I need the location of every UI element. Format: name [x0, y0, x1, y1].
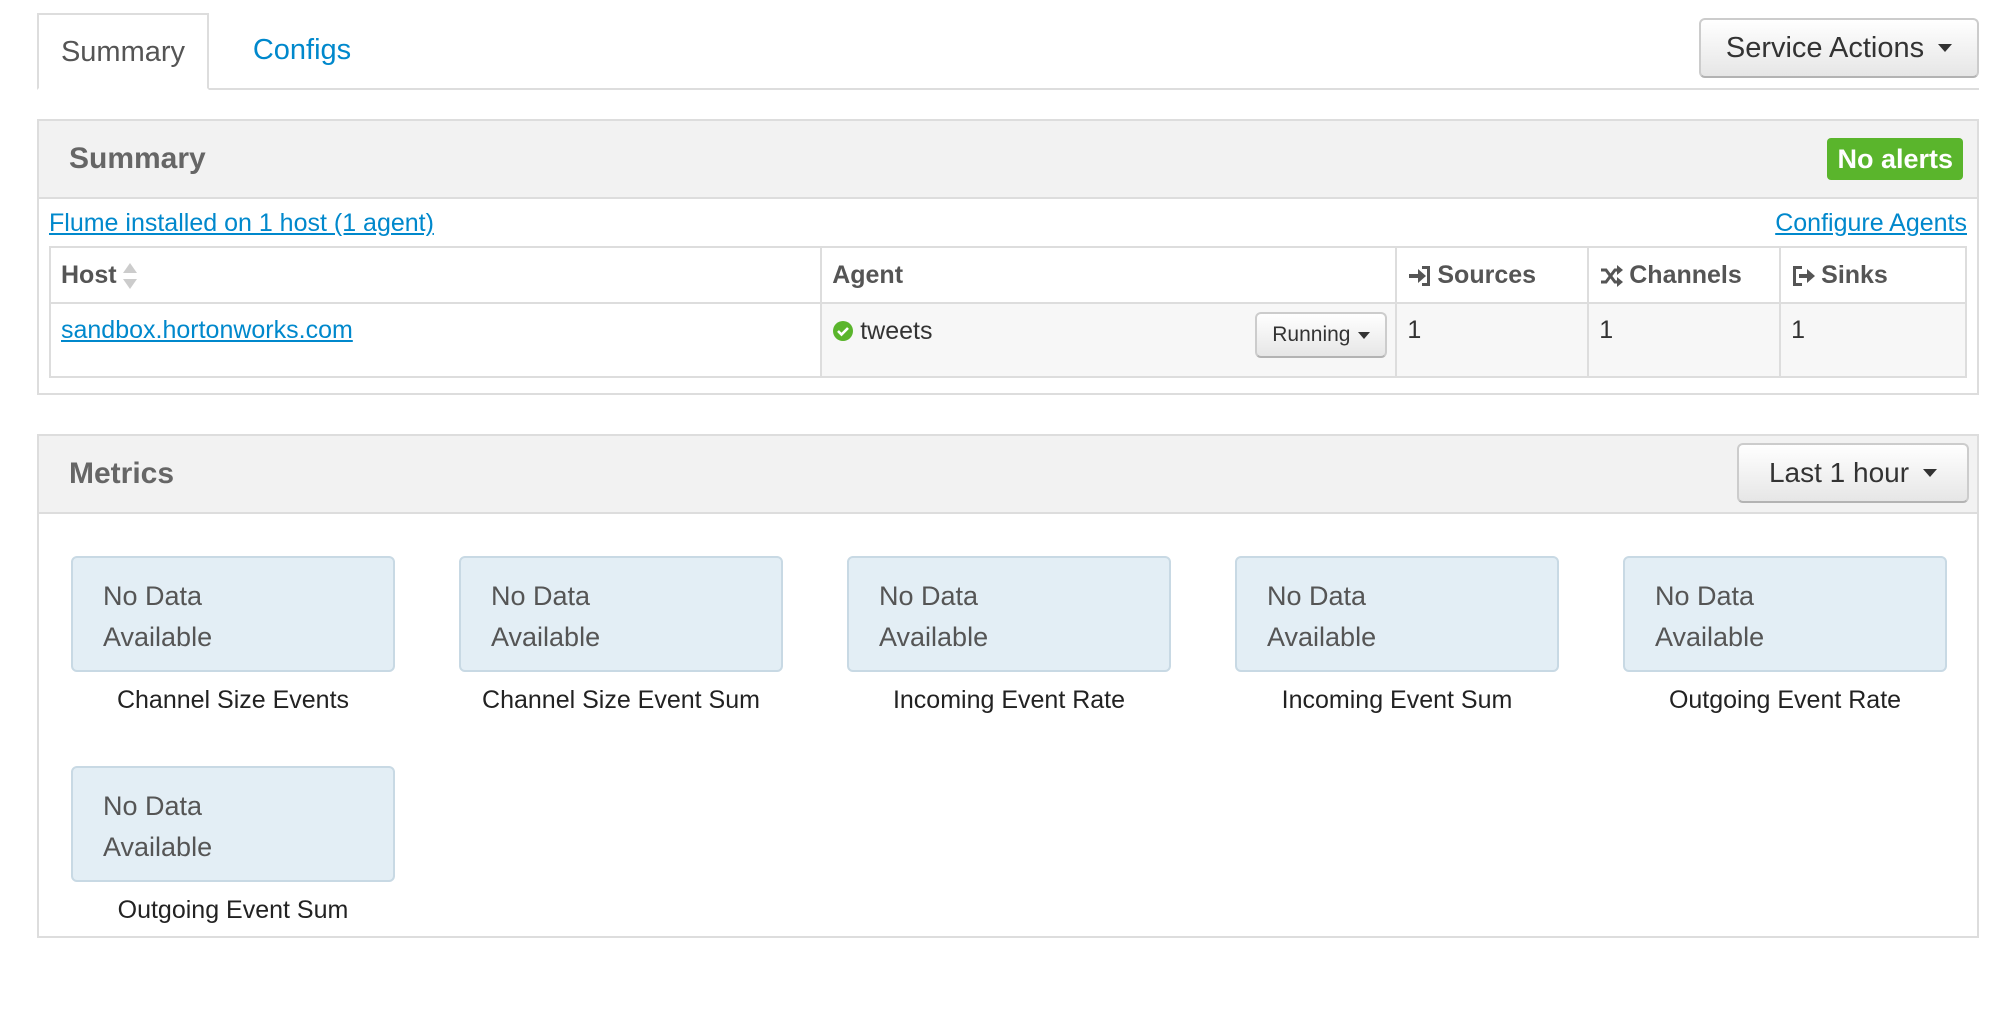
- metric-label: Incoming Event Rate: [892, 686, 1126, 714]
- summary-links: Flume installed on 1 host (1 agent) Conf…: [39, 199, 1977, 247]
- agent-status-label: Running: [1272, 323, 1351, 346]
- metric-label: Outgoing Event Rate: [1668, 686, 1902, 714]
- sources-header-label: Sources: [1437, 260, 1537, 289]
- configure-agents-link[interactable]: Configure Agents: [1775, 209, 1967, 238]
- metrics-panel-heading: Metrics Last 1 hour: [39, 436, 1977, 514]
- alert-status-badge[interactable]: No alerts: [1827, 138, 1963, 180]
- agent-status-dropdown[interactable]: Running: [1255, 312, 1388, 358]
- metric-widget[interactable]: No Data Available Incoming Event Rate: [847, 556, 1171, 715]
- tab-bar: Summary Configs Service Actions: [37, 13, 1979, 90]
- metric-widget[interactable]: No Data Available Channel Size Events: [71, 556, 395, 715]
- no-data-line1: No Data: [1655, 581, 1755, 611]
- flume-service-page: Summary Configs Service Actions Summary …: [37, 13, 1979, 938]
- random-icon: [1601, 264, 1624, 287]
- no-data-line2: Available: [103, 622, 213, 652]
- no-data-line2: Available: [1655, 622, 1765, 652]
- agent-header-label: Agent: [832, 260, 904, 289]
- service-actions-button[interactable]: Service Actions: [1699, 18, 1979, 78]
- metric-graph[interactable]: No Data Available: [71, 556, 395, 672]
- metrics-panel-title: Metrics: [69, 457, 175, 490]
- check-circle-icon: [833, 321, 854, 342]
- no-data-line1: No Data: [879, 581, 979, 611]
- metric-label: Channel Size Events: [116, 686, 350, 714]
- metric-label: Channel Size Event Sum: [482, 686, 760, 714]
- metric-label: Outgoing Event Sum: [117, 896, 349, 924]
- no-data-line2: Available: [491, 622, 601, 652]
- host-column-header[interactable]: Host: [48, 246, 823, 304]
- metric-widget[interactable]: No Data Available Outgoing Event Rate: [1623, 556, 1947, 715]
- sinks-column-header: Sinks: [1779, 246, 1967, 304]
- summary-panel-heading: Summary No alerts: [39, 121, 1977, 199]
- sources-cell: 1: [1395, 302, 1590, 378]
- channels-cell: 1: [1587, 302, 1782, 378]
- channels-column-header: Channels: [1587, 246, 1782, 304]
- tab-configs[interactable]: Configs: [237, 13, 367, 88]
- sign-in-icon: [1409, 265, 1431, 286]
- time-range-dropdown[interactable]: Last 1 hour: [1737, 443, 1969, 503]
- metric-widget[interactable]: No Data Available Outgoing Event Sum: [71, 766, 395, 925]
- sort-icon[interactable]: [122, 262, 137, 289]
- metric-widget[interactable]: No Data Available Channel Size Event Sum: [459, 556, 783, 715]
- caret-down-icon: [1923, 469, 1938, 477]
- metric-graph[interactable]: No Data Available: [1623, 556, 1947, 672]
- no-data-line1: No Data: [491, 581, 591, 611]
- service-actions-label: Service Actions: [1725, 31, 1925, 64]
- agents-table: Host Agent Sources Channels Sinks sandbo…: [48, 246, 1967, 378]
- time-range-label: Last 1 hour: [1768, 457, 1910, 488]
- agent-column-header: Agent: [820, 246, 1398, 304]
- no-data-line2: Available: [879, 622, 989, 652]
- summary-panel-title: Summary: [69, 142, 206, 175]
- no-data-line2: Available: [103, 832, 213, 862]
- agent-cell: tweets Running: [820, 302, 1398, 378]
- no-data-line1: No Data: [103, 581, 203, 611]
- metric-graph[interactable]: No Data Available: [459, 556, 783, 672]
- metric-graph[interactable]: No Data Available: [847, 556, 1171, 672]
- metric-graph[interactable]: No Data Available: [1235, 556, 1559, 672]
- host-header-label: Host: [61, 260, 117, 289]
- host-cell: sandbox.hortonworks.com: [48, 302, 823, 378]
- sinks-cell: 1: [1779, 302, 1967, 378]
- metrics-panel: Metrics Last 1 hour No Data Available Ch…: [37, 434, 1979, 938]
- agent-name: tweets: [860, 316, 933, 345]
- table-header-row: Host Agent Sources Channels Sinks: [48, 246, 1967, 304]
- no-data-line2: Available: [1267, 622, 1377, 652]
- tab-summary[interactable]: Summary: [37, 13, 209, 90]
- metric-widget[interactable]: No Data Available Incoming Event Sum: [1235, 556, 1559, 715]
- channels-header-label: Channels: [1629, 260, 1742, 289]
- caret-down-icon: [1358, 331, 1371, 339]
- caret-down-icon: [1938, 44, 1953, 52]
- no-data-line1: No Data: [1267, 581, 1367, 611]
- no-data-line1: No Data: [103, 791, 203, 821]
- host-link[interactable]: sandbox.hortonworks.com: [61, 316, 353, 344]
- sign-out-icon: [1793, 265, 1816, 286]
- sinks-header-label: Sinks: [1821, 260, 1888, 289]
- flume-installed-link[interactable]: Flume installed on 1 host (1 agent): [49, 209, 434, 238]
- metric-graph[interactable]: No Data Available: [71, 766, 395, 882]
- summary-panel: Summary No alerts Flume installed on 1 h…: [37, 119, 1979, 395]
- sources-column-header: Sources: [1395, 246, 1590, 304]
- table-row: sandbox.hortonworks.com tweets Running 1: [48, 302, 1967, 378]
- metric-label: Incoming Event Sum: [1281, 686, 1513, 714]
